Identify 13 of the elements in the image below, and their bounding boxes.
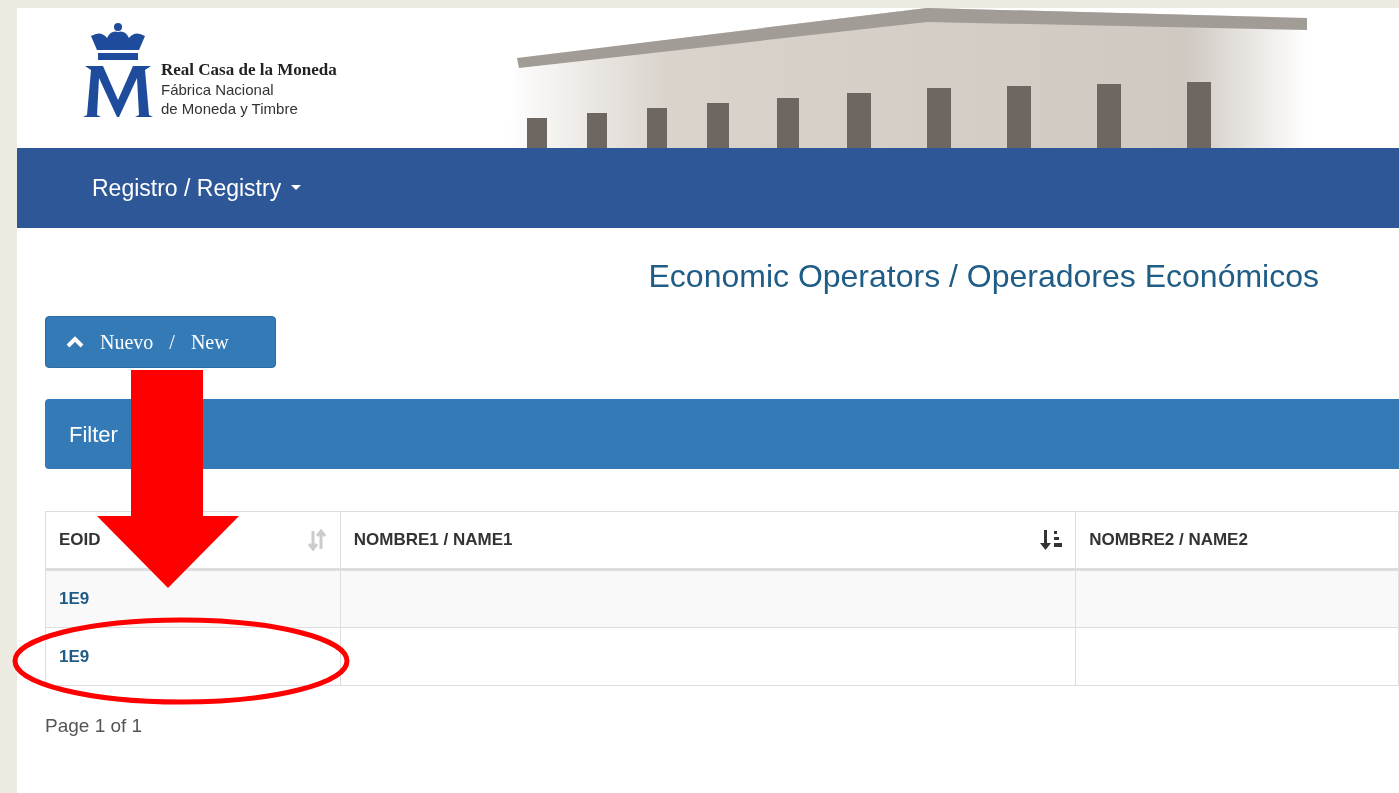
eoid-link[interactable]: 1E9 bbox=[59, 646, 90, 666]
logo-subtitle: de Moneda y Timbre bbox=[161, 99, 299, 118]
sort-descending-icon[interactable] bbox=[1040, 529, 1063, 551]
pagination-text: Page 1 of 1 bbox=[45, 714, 144, 738]
filter-title[interactable]: Filter bbox=[69, 417, 118, 451]
crown-m-logo-icon bbox=[81, 22, 155, 118]
registry-menu[interactable]: Registro / Registry bbox=[92, 170, 302, 206]
page-title: Economic Operators / Operadores Económicos bbox=[648, 258, 1319, 296]
logo-title: Real Casa de la Moneda bbox=[161, 60, 337, 80]
chevron-up-icon bbox=[66, 336, 84, 348]
logo-subtitle: Fábrica Nacional bbox=[161, 80, 275, 99]
new-button[interactable]: Nuevo / New bbox=[45, 316, 276, 368]
eoid-link[interactable]: 1E9 bbox=[59, 589, 90, 609]
